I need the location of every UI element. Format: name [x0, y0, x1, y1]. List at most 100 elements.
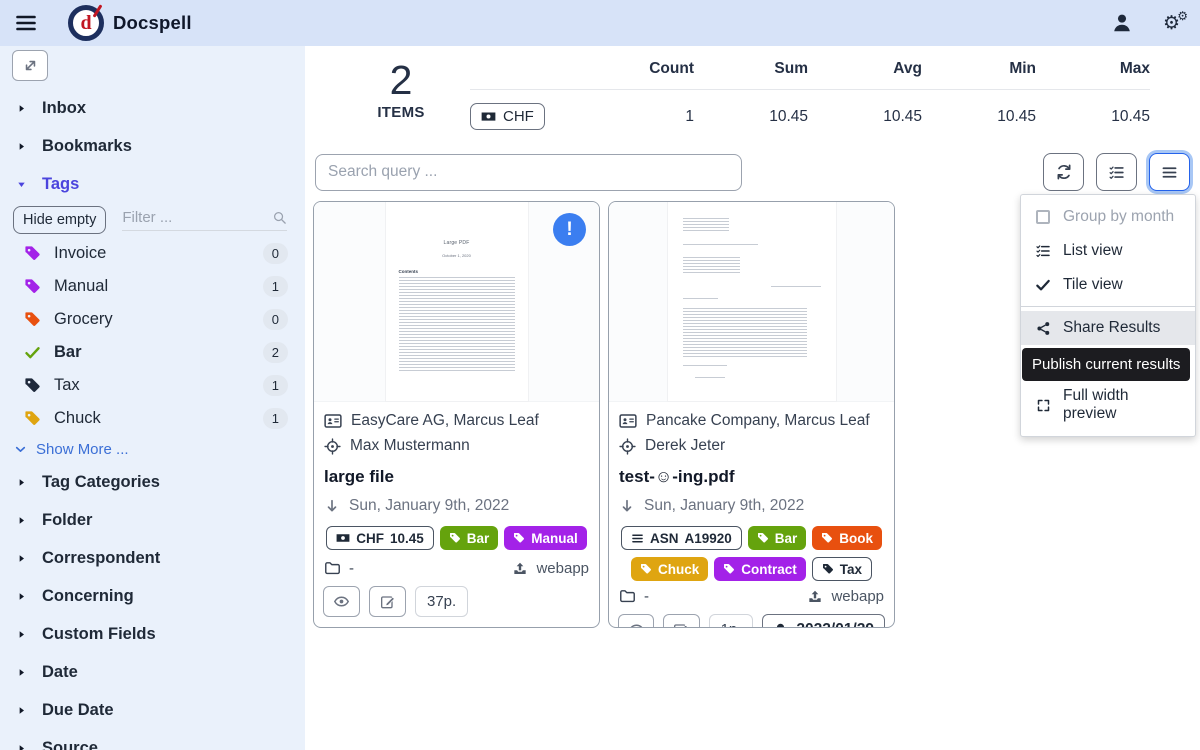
- folder-icon: [324, 560, 341, 577]
- hamburger-menu-icon[interactable]: [14, 11, 38, 35]
- sidebar-item-tags[interactable]: Tags: [0, 165, 305, 203]
- caret-right-icon: [16, 141, 27, 152]
- sidebar-item-source[interactable]: Source: [0, 729, 305, 750]
- folder-value: -: [349, 560, 354, 577]
- tag-badge-chuck[interactable]: Chuck: [631, 557, 708, 581]
- tag-filter-input[interactable]: [122, 209, 272, 226]
- stat-count: 1: [580, 108, 694, 126]
- tag-row-grocery[interactable]: Grocery 0: [0, 303, 305, 336]
- item-title[interactable]: test-☺-ing.pdf: [619, 467, 884, 487]
- concerning-row: Max Mustermann: [324, 437, 589, 455]
- sidebar-collapse-button[interactable]: [12, 50, 48, 81]
- source-value: webapp: [536, 560, 589, 577]
- tag-row-tax[interactable]: Tax 1: [0, 369, 305, 402]
- item-date-row: Sun, January 9th, 2022: [619, 497, 884, 515]
- tag-count-badge: 1: [263, 375, 288, 396]
- tag-row-manual[interactable]: Manual 1: [0, 270, 305, 303]
- tag-badge-book[interactable]: Book: [812, 526, 882, 550]
- edit-button[interactable]: [369, 586, 406, 617]
- expand-icon: [1034, 398, 1052, 413]
- item-card-large-file[interactable]: Large PDF October 1, 2020 Contents ! Eas…: [313, 201, 600, 628]
- tasks-list-icon: [1108, 164, 1125, 181]
- expand-arrows-icon: [21, 56, 40, 75]
- tag-badge-manual[interactable]: Manual: [504, 526, 587, 550]
- caret-right-icon: [16, 743, 27, 750]
- money-icon: [481, 109, 496, 124]
- view-menu-button[interactable]: [1149, 153, 1190, 191]
- edit-button[interactable]: [663, 614, 699, 628]
- source-value: webapp: [831, 588, 884, 605]
- tag-icon: [24, 245, 41, 262]
- sidebar-item-due-date[interactable]: Due Date: [0, 691, 305, 729]
- hide-empty-button[interactable]: Hide empty: [13, 206, 106, 234]
- item-badges-row1: ASN A19920 Bar Book: [619, 526, 884, 550]
- caret-right-icon: [16, 103, 27, 114]
- sidebar-item-custom-fields[interactable]: Custom Fields: [0, 615, 305, 653]
- tag-icon: [640, 563, 652, 575]
- preview-button[interactable]: [323, 586, 360, 617]
- docspell-logo[interactable]: d: [68, 5, 104, 41]
- caret-right-icon: [16, 477, 27, 488]
- preview-button[interactable]: [618, 614, 654, 628]
- tag-icon: [24, 278, 41, 295]
- stat-min: 10.45: [922, 108, 1036, 126]
- sidebar-item-correspondent[interactable]: Correspondent: [0, 539, 305, 577]
- search-actions: [1043, 153, 1190, 191]
- sidebar-item-folder[interactable]: Folder: [0, 501, 305, 539]
- tag-badge-bar[interactable]: Bar: [440, 526, 499, 550]
- item-title[interactable]: large file: [324, 467, 589, 487]
- check-icon: [1034, 277, 1052, 293]
- menu-item-full-width-preview[interactable]: Full width preview: [1021, 379, 1195, 431]
- sidebar-item-date[interactable]: Date: [0, 653, 305, 691]
- menu-item-list-view[interactable]: List view: [1021, 234, 1195, 268]
- search-icon: [272, 210, 287, 225]
- tag-icon: [821, 532, 833, 544]
- search-input[interactable]: [315, 154, 742, 191]
- search-bar: [315, 153, 1190, 191]
- tag-icon: [24, 410, 41, 427]
- list-icon: [1034, 243, 1052, 259]
- tag-filter: [122, 209, 287, 231]
- tag-badge-contract[interactable]: Contract: [714, 557, 806, 581]
- menu-item-group-by-month[interactable]: Group by month: [1021, 200, 1195, 234]
- preview-doc-date: October 1, 2020: [399, 253, 515, 258]
- caret-right-icon: [16, 591, 27, 602]
- col-count: Count: [580, 60, 694, 78]
- selection-mode-button[interactable]: [1096, 153, 1137, 191]
- show-more-link[interactable]: Show More ...: [0, 435, 305, 463]
- menu-item-share-results[interactable]: Share Results: [1021, 311, 1195, 345]
- user-icon[interactable]: [1111, 12, 1133, 34]
- item-card-test-ing[interactable]: Pancake Company, Marcus Leaf Derek Jeter…: [608, 201, 895, 628]
- folder-source-row: - webapp: [609, 588, 894, 605]
- caret-down-icon: [16, 179, 27, 190]
- tag-badge-tax[interactable]: Tax: [812, 557, 872, 581]
- correspondent-row: EasyCare AG, Marcus Leaf: [324, 412, 589, 430]
- tag-icon: [757, 532, 769, 544]
- tag-row-invoice[interactable]: Invoice 0: [0, 237, 305, 270]
- item-badges-row2: Chuck Contract Tax: [619, 557, 884, 581]
- refresh-button[interactable]: [1043, 153, 1084, 191]
- currency-badge: CHF: [470, 103, 545, 130]
- tag-icon: [723, 563, 735, 575]
- crosshair-icon: [324, 438, 341, 455]
- tag-row-bar[interactable]: Bar 2: [0, 336, 305, 369]
- caret-right-icon: [16, 667, 27, 678]
- tag-icon: [449, 532, 461, 544]
- bars-icon: [1161, 164, 1178, 181]
- menu-item-tile-view[interactable]: Tile view: [1021, 268, 1195, 302]
- upload-icon: [807, 589, 823, 605]
- tag-row-chuck[interactable]: Chuck 1: [0, 402, 305, 435]
- sidebar-item-bookmarks[interactable]: Bookmarks: [0, 127, 305, 165]
- sidebar-item-tag-categories[interactable]: Tag Categories: [0, 463, 305, 501]
- bars-icon: [631, 532, 644, 545]
- sidebar-item-inbox[interactable]: Inbox: [0, 89, 305, 127]
- folder-source-row: - webapp: [314, 560, 599, 577]
- sidebar-item-concerning[interactable]: Concerning: [0, 577, 305, 615]
- tag-badge-bar[interactable]: Bar: [748, 526, 807, 550]
- bell-icon: [773, 622, 788, 628]
- menu-divider: [1021, 306, 1195, 307]
- app-title: Docspell: [113, 12, 192, 34]
- correspondent-row: Pancake Company, Marcus Leaf: [619, 412, 884, 430]
- items-count-number: 2: [365, 60, 437, 101]
- settings-gears-icon[interactable]: ⚙⚙: [1163, 14, 1180, 33]
